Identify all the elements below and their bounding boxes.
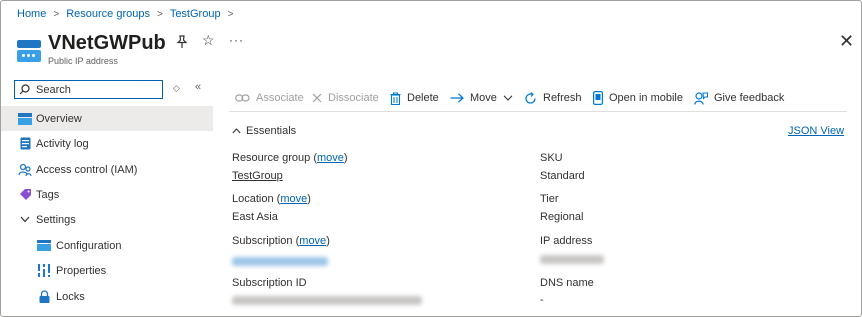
iam-icon: [18, 163, 32, 177]
x-icon: [312, 93, 322, 103]
more-options-button[interactable]: ···: [229, 33, 244, 47]
search-input[interactable]: Search: [14, 80, 163, 99]
refresh-icon: [524, 91, 537, 105]
sidebar-item-properties[interactable]: Properties: [1, 258, 213, 283]
associate-button[interactable]: Associate: [235, 89, 304, 107]
link-icon: [235, 93, 250, 103]
toolbar-divider: [229, 111, 847, 112]
activity-log-icon: [18, 137, 32, 151]
resource-group-label: Resource group (move): [232, 152, 348, 164]
sidebar-item-label: Locks: [56, 290, 85, 303]
tag-icon: [18, 188, 32, 202]
open-in-mobile-button[interactable]: Open in mobile: [593, 89, 683, 107]
dns-name-value: -: [540, 294, 544, 306]
properties-icon: [37, 264, 51, 278]
dissociate-label: Dissociate: [328, 92, 379, 104]
associate-label: Associate: [256, 92, 304, 104]
portal-window: Home > Resource groups > TestGroup > VNe…: [0, 0, 862, 317]
give-feedback-label: Give feedback: [714, 92, 785, 104]
resource-type: Public IP address: [48, 56, 118, 66]
lock-icon: [37, 290, 51, 304]
delete-label: Delete: [407, 92, 439, 104]
pin-icon[interactable]: [175, 35, 189, 49]
give-feedback-button[interactable]: Give feedback: [694, 89, 784, 107]
sidebar-group-settings[interactable]: Settings: [1, 207, 213, 232]
subscription-label: Subscription (move): [232, 235, 330, 247]
sort-updown-icon[interactable]: ◇: [173, 83, 180, 94]
sidebar-item-activity-log[interactable]: Activity log: [1, 131, 213, 156]
search-icon: [19, 84, 30, 95]
chevron-right-icon: >: [227, 8, 234, 20]
arrow-right-icon: [450, 93, 464, 103]
sidebar-item-overview[interactable]: Overview: [1, 106, 213, 131]
chevron-down-icon: [503, 95, 513, 101]
dissociate-button[interactable]: Dissociate: [312, 89, 379, 107]
chevron-down-icon: [18, 213, 32, 227]
move-button[interactable]: Move: [450, 89, 519, 107]
breadcrumb-home[interactable]: Home: [17, 8, 46, 20]
breadcrumb-resource-groups[interactable]: Resource groups: [66, 8, 150, 20]
configuration-icon: [37, 239, 51, 253]
sidebar-item-label: Properties: [56, 264, 107, 277]
trash-icon: [390, 91, 401, 105]
resource-group-value[interactable]: TestGroup: [232, 170, 283, 182]
ip-address-label: IP address: [540, 235, 593, 247]
move-subscription-link[interactable]: move: [299, 235, 326, 247]
tier-label: Tier: [540, 193, 559, 205]
dns-name-label: DNS name: [540, 277, 594, 289]
refresh-label: Refresh: [543, 92, 582, 104]
search-placeholder: Search: [36, 83, 71, 96]
ip-address-value-redacted: [540, 255, 604, 264]
tier-value: Regional: [540, 211, 584, 223]
sku-label: SKU: [540, 152, 563, 164]
refresh-button[interactable]: Refresh: [524, 89, 582, 107]
sidebar-item-label: Overview: [36, 112, 82, 125]
chevron-up-icon: [232, 126, 241, 137]
sidebar-item-configuration[interactable]: Configuration: [1, 233, 213, 258]
move-location-link[interactable]: move: [280, 193, 307, 205]
sidebar-item-label: Tags: [36, 188, 60, 201]
mobile-icon: [593, 91, 603, 105]
move-resource-group-link[interactable]: move: [317, 152, 344, 164]
location-label: Location (move): [232, 193, 311, 205]
location-value: East Asia: [232, 211, 278, 223]
page-title: VNetGWPub: [48, 32, 166, 54]
sidebar-item-label: Settings: [36, 213, 76, 226]
sidebar-item-label: Configuration: [56, 239, 122, 252]
sku-value: Standard: [540, 170, 585, 182]
favorite-star-icon[interactable]: ☆: [202, 32, 215, 49]
breadcrumb: Home > Resource groups > TestGroup >: [17, 8, 240, 20]
feedback-icon: [694, 91, 708, 105]
move-label: Move: [470, 92, 497, 104]
chevron-right-icon: >: [156, 8, 163, 20]
essentials-title: Essentials: [246, 125, 297, 137]
sidebar-item-locks[interactable]: Locks: [1, 284, 213, 309]
subscription-value-redacted[interactable]: [232, 257, 328, 266]
breadcrumb-group[interactable]: TestGroup: [170, 8, 221, 20]
sidebar-item-label: Access control (IAM): [36, 163, 138, 176]
collapse-sidebar-icon[interactable]: «: [195, 81, 201, 93]
subscription-id-label: Subscription ID: [232, 277, 307, 289]
public-ip-icon: [17, 40, 41, 62]
close-icon[interactable]: ✕: [839, 32, 854, 50]
sidebar-item-iam[interactable]: Access control (IAM): [1, 157, 213, 182]
sidebar-item-tags[interactable]: Tags: [1, 182, 213, 207]
overview-icon: [18, 112, 32, 126]
sidebar-item-label: Activity log: [36, 137, 89, 150]
delete-button[interactable]: Delete: [390, 89, 439, 107]
chevron-right-icon: >: [53, 8, 60, 20]
subscription-id-value-redacted: [232, 296, 422, 305]
essentials-toggle[interactable]: Essentials: [232, 125, 296, 137]
open-in-mobile-label: Open in mobile: [609, 92, 683, 104]
json-view-link[interactable]: JSON View: [788, 125, 844, 137]
